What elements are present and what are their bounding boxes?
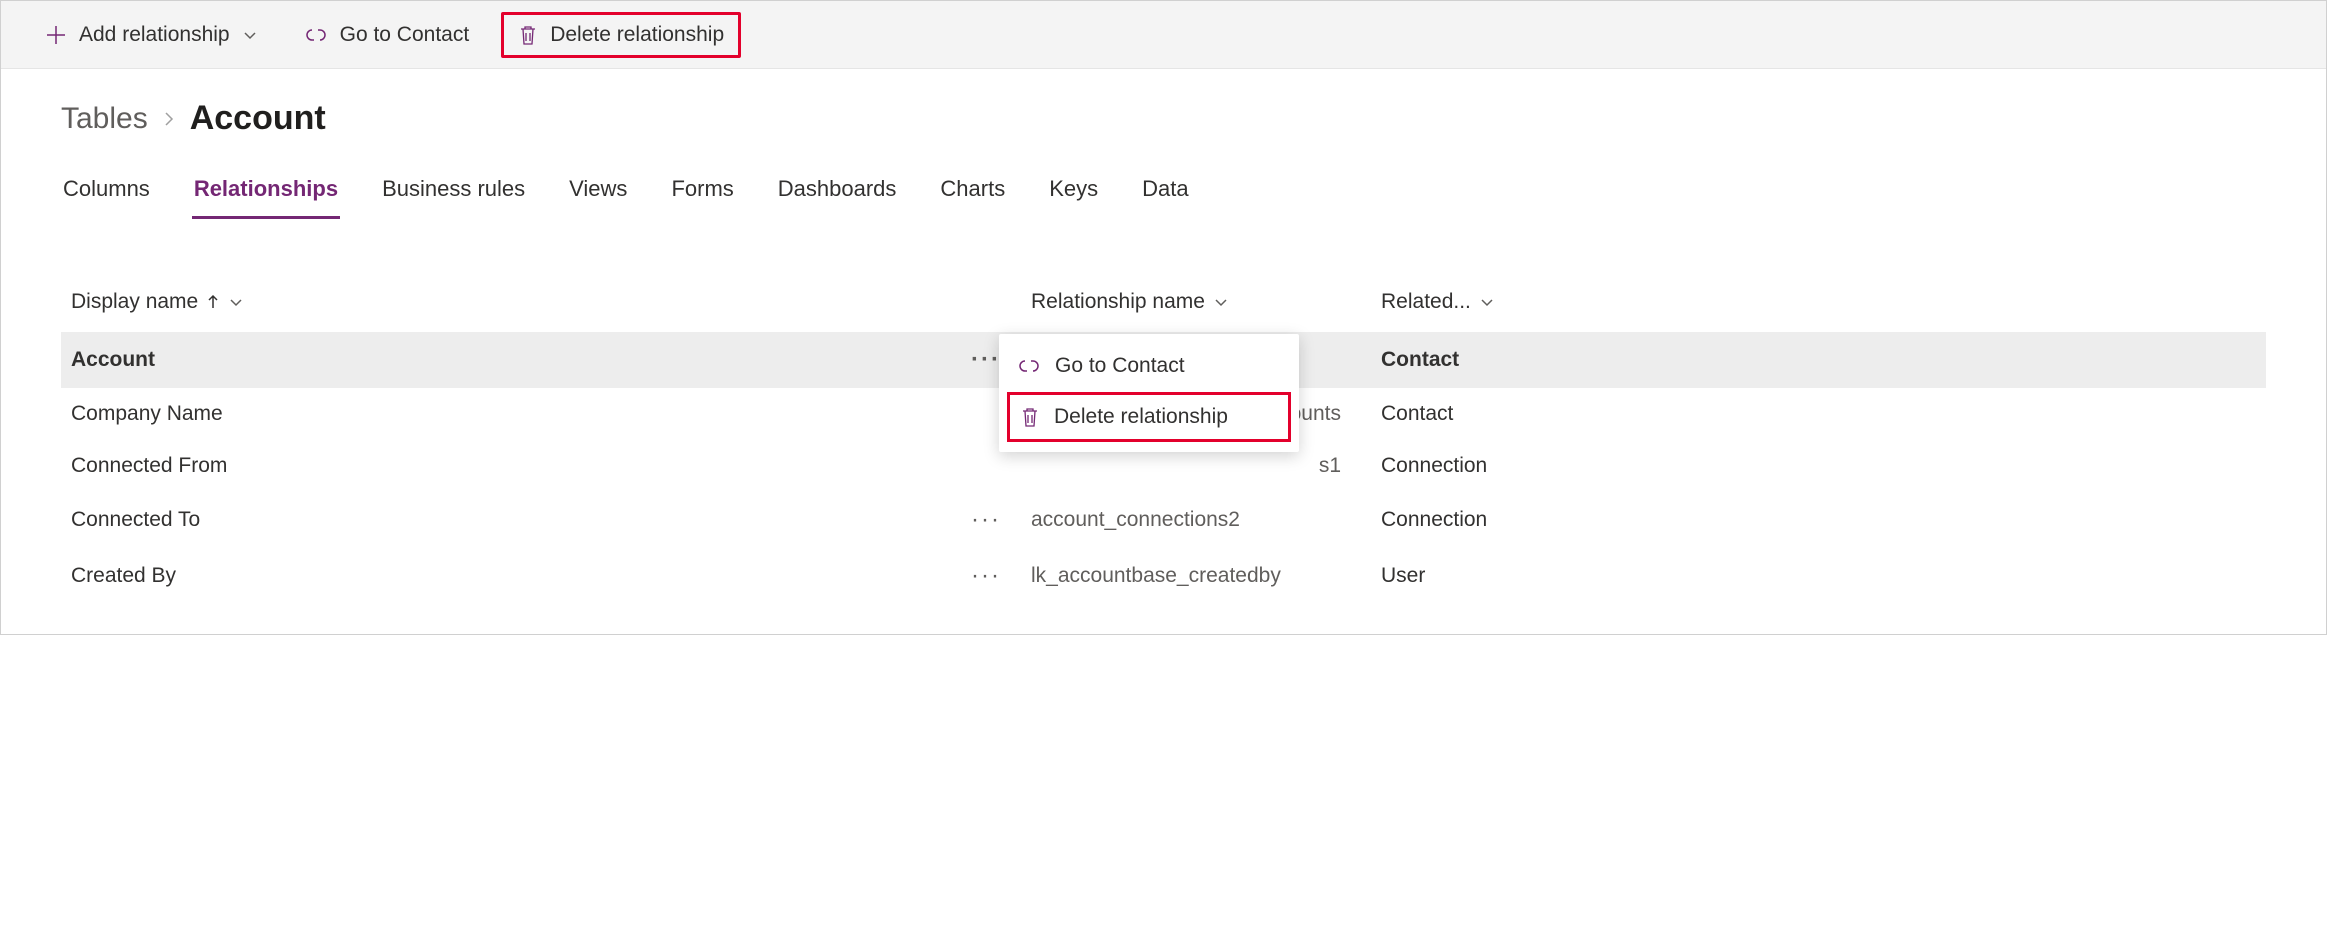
column-header-related[interactable]: Related... [1381,290,2256,314]
breadcrumb: Tables Account [61,99,2266,138]
plus-icon [45,24,67,46]
delete-relationship-button[interactable]: Delete relationship [501,12,741,58]
cell-related: Connection [1381,454,2256,478]
chevron-down-icon [1479,294,1495,310]
table-header: Display name Relationship name Related..… [61,290,2266,332]
table-row[interactable]: Connected To ··· account_connections2 Co… [61,492,2266,548]
go-to-contact-button[interactable]: Go to Contact [290,15,484,55]
link-icon [1017,357,1041,375]
context-menu-delete-relationship[interactable]: Delete relationship [1007,392,1291,442]
tab-data[interactable]: Data [1140,168,1190,219]
sort-asc-icon [206,294,220,310]
context-menu-item-label: Go to Contact [1055,354,1185,378]
toolbar: Add relationship Go to Contact Delete re… [1,1,2326,69]
tabs: Columns Relationships Business rules Vie… [61,168,2266,220]
trash-icon [1020,406,1040,428]
cell-display-name: Account [71,348,971,372]
cell-related: Connection [1381,508,2256,532]
row-more-button[interactable]: ··· [971,562,1031,590]
tab-forms[interactable]: Forms [669,168,735,219]
tab-keys[interactable]: Keys [1047,168,1100,219]
tab-business-rules[interactable]: Business rules [380,168,527,219]
cell-related: User [1381,564,2256,588]
table-row[interactable]: Created By ··· lk_accountbase_createdby … [61,548,2266,604]
add-relationship-button[interactable]: Add relationship [31,15,272,55]
cell-related: Contact [1381,402,2256,426]
chevron-right-icon [162,109,176,129]
go-to-contact-label: Go to Contact [340,23,470,47]
cell-display-name: Connected From [71,454,971,478]
breadcrumb-current: Account [190,99,326,138]
delete-relationship-label: Delete relationship [550,23,724,47]
cell-related: Contact [1381,348,2256,372]
column-header-display-name[interactable]: Display name [71,290,971,314]
tab-views[interactable]: Views [567,168,629,219]
tab-dashboards[interactable]: Dashboards [776,168,899,219]
link-icon [304,26,328,44]
cell-relationship-name: account_connections2 [1031,508,1381,532]
chevron-down-icon [1213,294,1229,310]
add-relationship-label: Add relationship [79,23,230,47]
chevron-down-icon [242,27,258,43]
row-more-button[interactable]: ··· [971,506,1031,534]
tab-charts[interactable]: Charts [938,168,1007,219]
relationships-table: Display name Relationship name Related..… [61,290,2266,604]
cell-relationship-name: lk_accountbase_createdby [1031,564,1381,588]
cell-display-name: Company Name [71,402,971,426]
cell-display-name: Connected To [71,508,971,532]
tab-relationships[interactable]: Relationships [192,168,340,219]
trash-icon [518,24,538,46]
chevron-down-icon [228,294,244,310]
context-menu: Go to Contact Delete relationship [999,334,1299,452]
cell-relationship-name: s1 [1031,454,1381,478]
column-header-relationship-name[interactable]: Relationship name [1031,290,1381,314]
cell-display-name: Created By [71,564,971,588]
context-menu-item-label: Delete relationship [1054,405,1228,429]
tab-columns[interactable]: Columns [61,168,152,219]
breadcrumb-root[interactable]: Tables [61,102,148,136]
context-menu-go-to-contact[interactable]: Go to Contact [999,342,1299,390]
